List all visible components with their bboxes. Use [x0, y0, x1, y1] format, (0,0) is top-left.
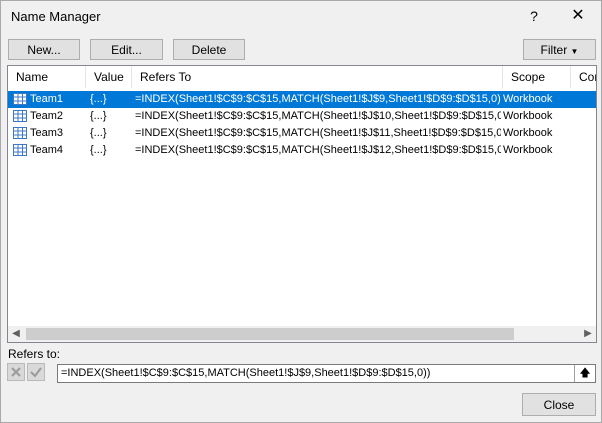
name-row[interactable]: Team3 {...} =INDEX(Sheet1!$C$9:$C$15,MAT…	[8, 125, 596, 142]
value-cell: {...}	[90, 127, 107, 139]
scope-cell: Workbook	[503, 127, 553, 139]
scope-cell: Workbook	[503, 110, 553, 122]
name-cell: Team2	[30, 110, 64, 122]
delete-button[interactable]: Delete	[173, 39, 245, 60]
table-icon	[13, 110, 27, 122]
new-button[interactable]: New...	[8, 39, 80, 60]
close-button[interactable]: Close	[522, 393, 596, 416]
name-row[interactable]: Team4 {...} =INDEX(Sheet1!$C$9:$C$15,MAT…	[8, 142, 596, 159]
table-icon	[13, 93, 27, 105]
refers-to-cell: =INDEX(Sheet1!$C$9:$C$15,MATCH(Sheet1!$J…	[135, 127, 501, 139]
confirm-icon[interactable]	[27, 363, 45, 381]
name-cell: Team3	[30, 127, 64, 139]
refers-to-cell: =INDEX(Sheet1!$C$9:$C$15,MATCH(Sheet1!$J…	[135, 110, 501, 122]
value-cell: {...}	[90, 110, 107, 122]
new-button-label: New...	[27, 43, 61, 57]
table-icon	[13, 144, 27, 156]
scroll-left-icon[interactable]: ◀	[8, 326, 24, 342]
refers-to-input[interactable]: =INDEX(Sheet1!$C$9:$C$15,MATCH(Sheet1!$J…	[57, 364, 596, 383]
edit-button-label: Edit...	[111, 43, 142, 57]
name-cell: Team1	[30, 93, 64, 105]
refers-to-value: =INDEX(Sheet1!$C$9:$C$15,MATCH(Sheet1!$J…	[61, 367, 431, 379]
name-manager-dialog: Name Manager ? ✕ New... Edit... Delete F…	[0, 0, 602, 423]
cancel-icon[interactable]	[7, 363, 25, 381]
dropdown-arrow-icon: ▼	[570, 47, 579, 56]
window-title: Name Manager	[11, 9, 101, 24]
refers-to-cell: =INDEX(Sheet1!$C$9:$C$15,MATCH(Sheet1!$J…	[135, 144, 501, 156]
horizontal-scrollbar[interactable]: ◀ ▶	[8, 326, 596, 342]
scope-cell: Workbook	[503, 144, 553, 156]
value-cell: {...}	[90, 144, 107, 156]
column-header-value[interactable]: Value	[86, 66, 132, 88]
delete-button-label: Delete	[191, 43, 227, 57]
table-icon	[13, 127, 27, 139]
filter-button-label: Filter	[540, 43, 568, 57]
refers-to-label: Refers to:	[8, 347, 61, 361]
name-cell: Team4	[30, 144, 64, 156]
column-header-name[interactable]: Name	[8, 66, 86, 88]
help-button[interactable]: ?	[523, 5, 545, 27]
scope-cell: Workbook	[503, 93, 553, 105]
scroll-right-icon[interactable]: ▶	[580, 326, 596, 342]
close-button-label: Close	[543, 398, 575, 412]
refers-to-cell: =INDEX(Sheet1!$C$9:$C$15,MATCH(Sheet1!$J…	[135, 93, 501, 105]
value-cell: {...}	[90, 93, 107, 105]
scrollbar-thumb[interactable]	[26, 328, 514, 340]
close-window-button[interactable]: ✕	[567, 5, 589, 27]
column-header-scope[interactable]: Scope	[503, 66, 571, 88]
filter-button[interactable]: Filter ▼	[523, 39, 596, 60]
collapse-icon[interactable]: 🡅	[574, 365, 595, 382]
edit-button[interactable]: Edit...	[90, 39, 163, 60]
name-row[interactable]: Team1 {...} =INDEX(Sheet1!$C$9:$C$15,MAT…	[8, 91, 596, 108]
name-row[interactable]: Team2 {...} =INDEX(Sheet1!$C$9:$C$15,MAT…	[8, 108, 596, 125]
column-header-comment[interactable]: Com	[571, 66, 596, 88]
column-header-refers-to[interactable]: Refers To	[132, 66, 503, 88]
names-list[interactable]: Name Value Refers To Scope Com Team1 {..…	[7, 65, 597, 343]
title-bar: Name Manager ? ✕	[1, 1, 601, 31]
